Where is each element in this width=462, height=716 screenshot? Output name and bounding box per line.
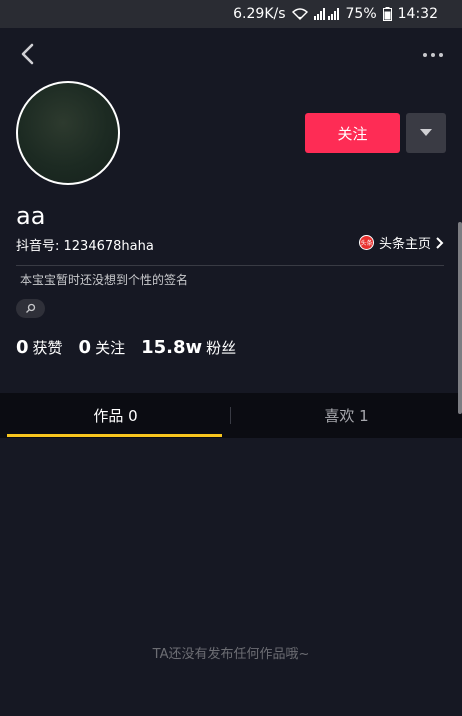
tab-works[interactable]: 作品 0 <box>0 393 231 438</box>
tab-likes[interactable]: 喜欢 1 <box>231 393 462 438</box>
battery-icon <box>382 7 392 21</box>
nickname: aa <box>16 202 46 230</box>
fans-count: 15.8w <box>141 337 203 358</box>
active-tab-indicator <box>7 434 222 437</box>
avatar[interactable] <box>16 81 120 185</box>
fans-label: 粉丝 <box>206 339 237 357</box>
likes-count: 0 <box>16 337 29 358</box>
following-stat[interactable]: 0 关注 <box>79 337 126 358</box>
back-icon[interactable] <box>14 40 44 70</box>
empty-state-text: TA还没有发布任何作品哦~ <box>152 647 310 662</box>
following-label: 关注 <box>95 339 126 357</box>
recommend-dropdown-button[interactable] <box>406 113 446 153</box>
toutiao-badge-icon: 头条 <box>358 235 374 250</box>
more-icon[interactable] <box>418 40 448 70</box>
stats-row: 0 获赞 0 关注 15.8w 粉丝 <box>16 337 236 358</box>
caret-down-icon <box>420 129 432 136</box>
battery-percent: 75% <box>345 6 377 22</box>
wifi-icon <box>291 8 308 20</box>
signature: 本宝宝暂时还没想到个性的签名 <box>20 273 189 287</box>
douyin-id: 抖音号: 1234678haha <box>16 239 154 254</box>
top-nav <box>0 28 462 82</box>
search-tag-pill[interactable] <box>16 299 45 318</box>
chevron-right-icon <box>436 236 444 249</box>
toutiao-label: 头条主页 <box>378 237 431 252</box>
likes-label: 获赞 <box>32 339 63 357</box>
toutiao-homepage-link[interactable]: 头条 头条主页 <box>358 233 444 252</box>
likes-stat[interactable]: 0 获赞 <box>16 337 63 358</box>
following-count: 0 <box>78 337 92 358</box>
fans-stat[interactable]: 15.8w 粉丝 <box>141 337 236 358</box>
tab-bar: 作品 0 喜欢 1 <box>0 393 462 438</box>
follow-button[interactable]: 关注 <box>305 113 400 153</box>
divider <box>16 265 444 266</box>
network-speed: 6.29K/s <box>233 6 286 22</box>
scrollbar[interactable] <box>458 222 462 414</box>
clock: 14:32 <box>397 6 438 22</box>
search-icon <box>26 303 36 313</box>
signal-icon <box>313 8 340 20</box>
status-bar: 6.29K/s 75% 14:32 <box>0 0 462 28</box>
